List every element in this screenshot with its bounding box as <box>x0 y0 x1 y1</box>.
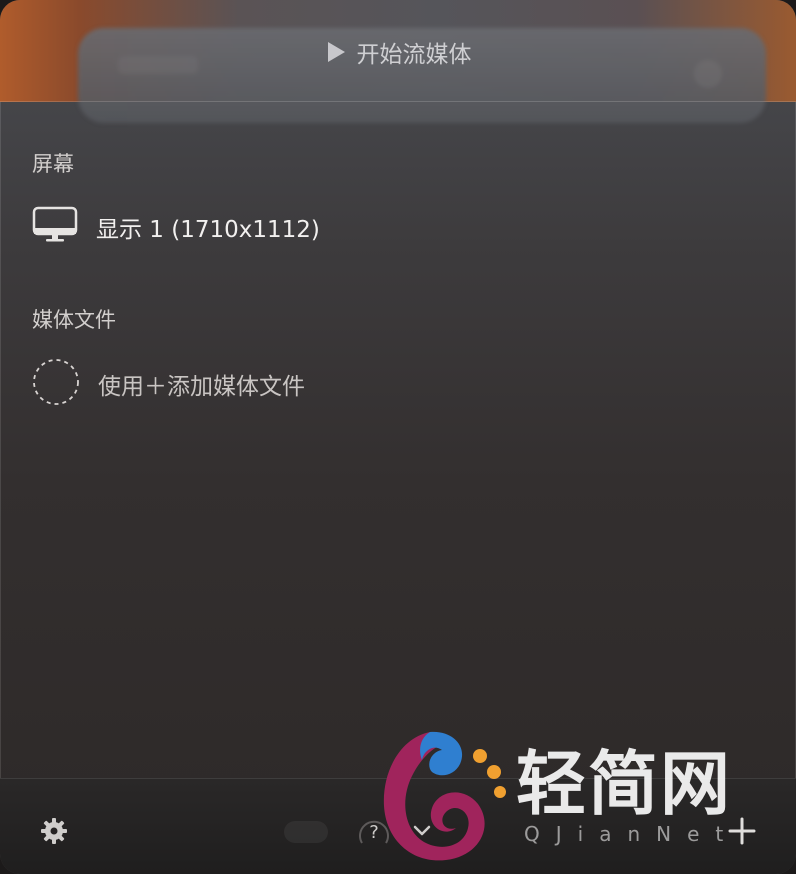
screens-section-label: 屏幕 <box>32 152 74 176</box>
chevron-down-icon <box>412 822 432 841</box>
start-streaming-label: 开始流媒体 <box>356 42 472 68</box>
settings-button[interactable] <box>38 817 70 849</box>
svg-text:?: ? <box>369 822 379 843</box>
media-files-empty-hint: 使用＋添加媒体文件 <box>32 358 305 410</box>
footer-toolbar: ? <box>0 778 796 874</box>
media-files-hint-label: 使用＋添加媒体文件 <box>98 374 305 400</box>
gear-icon <box>39 816 69 850</box>
dashed-circle-icon <box>32 358 80 410</box>
plus-icon <box>727 816 757 850</box>
stream-window: 开始流媒体 屏幕 显示 1 (1710x1112) 媒体文件 使用＋添加媒体文件 <box>0 0 796 874</box>
start-streaming-button[interactable]: 开始流媒体 <box>0 32 796 72</box>
monitor-icon <box>32 206 78 248</box>
help-icon: ? <box>354 813 394 853</box>
header-divider <box>0 101 796 102</box>
help-button[interactable]: ? <box>354 815 394 851</box>
play-icon <box>325 40 347 64</box>
screen-item-label: 显示 1 (1710x1112) <box>96 217 320 243</box>
media-files-section-label: 媒体文件 <box>32 308 116 332</box>
screen-item-display-1[interactable]: 显示 1 (1710x1112) <box>32 206 320 248</box>
more-options-button[interactable] <box>408 817 436 845</box>
background-pill <box>284 821 328 843</box>
add-media-button[interactable] <box>726 817 758 849</box>
